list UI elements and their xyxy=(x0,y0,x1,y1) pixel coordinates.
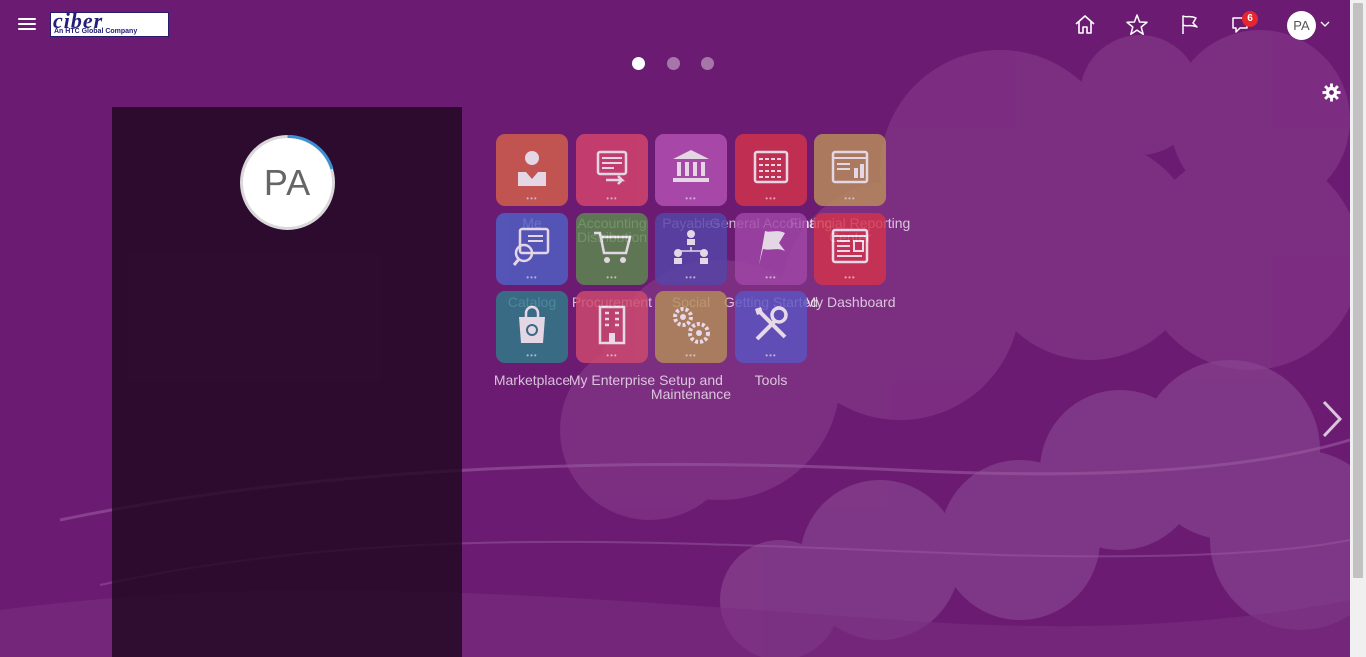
shopping-bag-icon xyxy=(519,305,545,343)
more-dots-icon: ••• xyxy=(765,273,777,282)
favorites-star-icon[interactable] xyxy=(1124,12,1150,38)
progress-ring xyxy=(287,135,334,170)
flag-icon xyxy=(759,231,785,265)
app-tile-general-accounting[interactable]: ••• xyxy=(735,134,807,206)
app-tile-catalog[interactable]: ••• xyxy=(496,213,568,285)
app-tile-my-dashboard[interactable]: ••• xyxy=(814,213,886,285)
chevron-right-icon[interactable] xyxy=(1318,398,1346,440)
menu-icon[interactable] xyxy=(18,15,38,33)
more-dots-icon: ••• xyxy=(844,273,856,282)
user-menu-avatar[interactable]: PA xyxy=(1287,11,1316,40)
page-scrollbar[interactable] xyxy=(1350,0,1366,657)
cart-icon xyxy=(594,231,632,263)
more-dots-icon: ••• xyxy=(685,273,697,282)
global-header: ciber An HTC Global Company 6 PA xyxy=(0,0,1350,50)
page-dot-3[interactable] xyxy=(701,57,714,70)
profile-avatar[interactable]: PA xyxy=(240,135,335,230)
catalog-search-icon xyxy=(512,227,550,266)
report-icon xyxy=(831,150,869,184)
more-dots-icon: ••• xyxy=(606,273,618,282)
app-tile-accounting-distribution[interactable]: ••• xyxy=(576,134,648,206)
app-tile-my-enterprise[interactable]: ••• xyxy=(576,291,648,363)
page-dot-1[interactable] xyxy=(632,57,645,70)
more-dots-icon: ••• xyxy=(844,194,856,203)
page-dot-2[interactable] xyxy=(667,57,680,70)
notification-count-badge: 6 xyxy=(1242,11,1258,27)
welcome-panel: PA xyxy=(112,107,462,657)
gear-icon[interactable] xyxy=(1322,83,1341,102)
page-indicator xyxy=(632,57,716,71)
logo-tagline: An HTC Global Company xyxy=(54,28,138,35)
more-dots-icon: ••• xyxy=(526,194,538,203)
app-tile-marketplace[interactable]: ••• xyxy=(496,291,568,363)
person-icon xyxy=(518,151,546,186)
app-tile-tools[interactable]: ••• xyxy=(735,291,807,363)
app-tile-label: Marketplace xyxy=(493,372,571,388)
more-dots-icon: ••• xyxy=(606,351,618,360)
app-tile-me[interactable]: ••• xyxy=(496,134,568,206)
watchlist-flag-icon[interactable] xyxy=(1176,12,1202,38)
more-dots-icon: ••• xyxy=(765,194,777,203)
chevron-down-icon[interactable] xyxy=(1320,19,1330,29)
app-tile-getting-started[interactable]: ••• xyxy=(735,213,807,285)
more-dots-icon: ••• xyxy=(765,351,777,360)
gears-icon xyxy=(673,307,710,344)
more-dots-icon: ••• xyxy=(685,351,697,360)
distribution-icon xyxy=(596,150,628,185)
ledger-icon xyxy=(753,150,789,184)
building-icon xyxy=(598,305,626,345)
app-tile-setup-and-maintenance[interactable]: ••• xyxy=(655,291,727,363)
more-dots-icon: ••• xyxy=(526,351,538,360)
app-tile-label: Setup and Maintenance xyxy=(650,372,732,402)
social-network-icon xyxy=(674,230,708,264)
more-dots-icon: ••• xyxy=(526,273,538,282)
scrollbar-thumb[interactable] xyxy=(1353,3,1363,578)
more-dots-icon: ••• xyxy=(606,194,618,203)
bank-icon xyxy=(673,150,709,182)
company-logo[interactable]: ciber An HTC Global Company xyxy=(50,12,169,37)
app-tile-payables[interactable]: ••• xyxy=(655,134,727,206)
app-tile-label: My Enterprise xyxy=(568,372,656,388)
app-tile-label: Tools xyxy=(754,372,788,388)
app-tile-financial-reporting-center[interactable]: ••• xyxy=(814,134,886,206)
home-icon[interactable] xyxy=(1072,12,1098,38)
app-tile-social[interactable]: ••• xyxy=(655,213,727,285)
dashboard-icon xyxy=(831,228,869,264)
tools-icon xyxy=(755,306,788,341)
more-dots-icon: ••• xyxy=(685,194,697,203)
app-tile-procurement[interactable]: ••• xyxy=(576,213,648,285)
